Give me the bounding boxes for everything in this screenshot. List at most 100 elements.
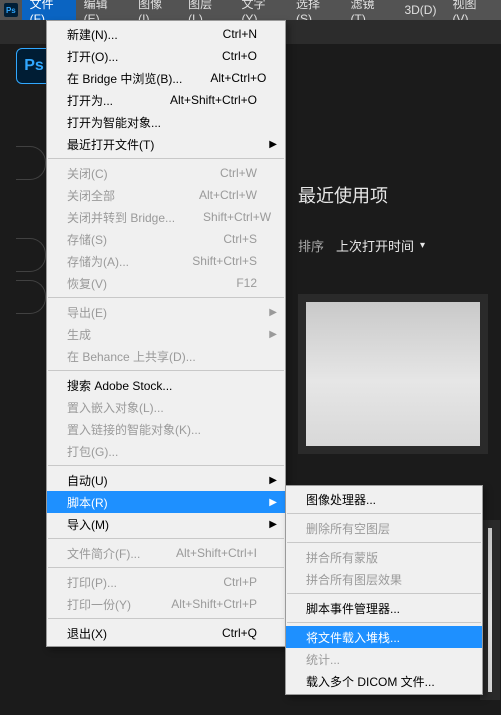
menu-item-label: 文件简介(F)... <box>67 545 148 562</box>
menu-item-label: 关闭(C) <box>67 165 192 182</box>
menu-item-label: 生成 <box>67 326 257 343</box>
file-menu-item: 在 Behance 上共享(D)... <box>47 345 285 367</box>
file-menu-item: 关闭全部Alt+Ctrl+W <box>47 184 285 206</box>
menu-item-shortcut: Alt+Shift+Ctrl+I <box>176 546 257 560</box>
menu-item-label: 拼合所有图层效果 <box>306 571 454 588</box>
file-menu-item[interactable]: 脚本(R) ▶ <box>47 491 285 513</box>
menu-图像(I)[interactable]: 图像(I) <box>130 0 180 20</box>
recent-section: 最近使用项 排序 上次打开时间 ▾ <box>298 182 501 255</box>
menu-item-shortcut: F12 <box>236 276 257 290</box>
menu-选择(S)[interactable]: 选择(S) <box>288 0 343 20</box>
left-panel-button[interactable] <box>16 146 46 180</box>
menu-item-shortcut: Shift+Ctrl+S <box>192 254 257 268</box>
menu-item-label: 脚本事件管理器... <box>306 600 454 617</box>
menu-item-label: 导出(E) <box>67 304 257 321</box>
menu-item-label: 脚本(R) <box>67 494 257 511</box>
file-menu-dropdown: 新建(N)...Ctrl+N 打开(O)... Ctrl+O 在 Bridge 中浏览… <box>46 20 286 647</box>
sort-row[interactable]: 排序 上次打开时间 ▾ <box>298 236 501 255</box>
ps-badge-small: Ps <box>4 3 18 17</box>
left-panel-button[interactable] <box>16 238 46 272</box>
file-menu-item: 置入链接的智能对象(K)... <box>47 418 285 440</box>
menu-图层(L)[interactable]: 图层(L) <box>180 0 233 20</box>
file-menu-item: 存储(S)Ctrl+S <box>47 228 285 250</box>
menu-item-label: 打印一份(Y) <box>67 596 143 613</box>
menu-item-shortcut: Ctrl+W <box>220 166 257 180</box>
separator <box>287 513 481 514</box>
separator <box>48 297 284 298</box>
file-menu-item: 关闭并转到 Bridge...Shift+Ctrl+W <box>47 206 285 228</box>
menu-item-label: 置入嵌入对象(L)... <box>67 399 257 416</box>
file-menu-item[interactable]: 打开为智能对象... <box>47 111 285 133</box>
separator <box>287 593 481 594</box>
separator <box>48 618 284 619</box>
section-title: 最近使用项 <box>298 182 501 208</box>
file-menu-item[interactable]: 打开为...Alt+Shift+Ctrl+O <box>47 89 285 111</box>
file-menu-item[interactable]: 搜索 Adobe Stock... <box>47 374 285 396</box>
menu-item-label: 导入(M) <box>67 516 257 533</box>
menu-文件(F)[interactable]: 文件(F) <box>22 0 76 20</box>
menu-item-label: 在 Bridge 中浏览(B)... <box>67 70 182 87</box>
menubar: Ps 文件(F)编辑(E)图像(I)图层(L)文字(Y)选择(S)滤镜(T)3D… <box>0 0 501 20</box>
menu-item-label: 恢复(V) <box>67 275 208 292</box>
separator <box>287 542 481 543</box>
file-menu-item[interactable]: 新建(N)...Ctrl+N <box>47 23 285 45</box>
submenu-arrow-icon: ▶ <box>269 329 277 340</box>
separator <box>48 567 284 568</box>
submenu-arrow-icon: ▶ <box>269 497 277 508</box>
left-panel-button[interactable] <box>16 280 46 314</box>
menu-item-label: 统计... <box>306 651 454 668</box>
menu-item-shortcut: Alt+Ctrl+O <box>210 71 266 85</box>
menu-视图(V)[interactable]: 视图(V) <box>444 0 499 20</box>
recent-thumbnail[interactable] <box>298 294 488 454</box>
menu-item-label: 存储为(A)... <box>67 253 164 270</box>
menu-item-label: 最近打开文件(T) <box>67 136 257 153</box>
file-menu-item: 打印(P)...Ctrl+P <box>47 571 285 593</box>
script-submenu-item: 删除所有空图层 <box>286 517 482 539</box>
script-submenu-item[interactable]: 载入多个 DICOM 文件... <box>286 670 482 692</box>
submenu-arrow-icon: ▶ <box>269 139 277 150</box>
separator <box>48 370 284 371</box>
menu-item-label: 打包(G)... <box>67 443 257 460</box>
menu-item-shortcut: Ctrl+Q <box>222 626 257 640</box>
file-menu-item[interactable]: 导入(M)▶ <box>47 513 285 535</box>
separator <box>48 538 284 539</box>
file-menu-item: 生成 ▶ <box>47 323 285 345</box>
menu-文字(Y)[interactable]: 文字(Y) <box>233 0 288 20</box>
menu-item-shortcut: Alt+Shift+Ctrl+P <box>171 597 257 611</box>
menu-item-label: 将文件载入堆栈... <box>306 629 454 646</box>
file-menu-item: 打印一份(Y) Alt+Shift+Ctrl+P <box>47 593 285 615</box>
file-menu-item: 打包(G)... <box>47 440 285 462</box>
file-menu-item[interactable]: 退出(X)Ctrl+Q <box>47 622 285 644</box>
menu-item-shortcut: Ctrl+O <box>222 49 257 63</box>
menu-item-label: 自动(U) <box>67 472 257 489</box>
menu-3D(D)[interactable]: 3D(D) <box>396 0 444 20</box>
menu-item-label: 打开(O)... <box>67 48 194 65</box>
menu-item-label: 置入链接的智能对象(K)... <box>67 421 257 438</box>
file-menu-item: 恢复(V) F12 <box>47 272 285 294</box>
file-menu-item[interactable]: 最近打开文件(T) ▶ <box>47 133 285 155</box>
sort-value: 上次打开时间 <box>336 236 414 255</box>
menu-item-label: 关闭全部 <box>67 187 171 204</box>
menu-item-shortcut: Alt+Shift+Ctrl+O <box>170 93 257 107</box>
menu-item-label: 打印(P)... <box>67 574 195 591</box>
file-menu-item[interactable]: 自动(U)▶ <box>47 469 285 491</box>
script-submenu-item[interactable]: 图像处理器... <box>286 488 482 510</box>
submenu-arrow-icon: ▶ <box>269 307 277 318</box>
separator <box>48 158 284 159</box>
file-menu-item[interactable]: 打开(O)... Ctrl+O <box>47 45 285 67</box>
menu-item-shortcut: Ctrl+S <box>223 232 257 246</box>
chevron-down-icon: ▾ <box>420 240 425 251</box>
script-submenu-item[interactable]: 脚本事件管理器... <box>286 597 482 619</box>
recent-thumbnail[interactable] <box>480 520 500 700</box>
script-submenu-item: 统计... <box>286 648 482 670</box>
menu-编辑(E)[interactable]: 编辑(E) <box>76 0 131 20</box>
file-menu-item[interactable]: 在 Bridge 中浏览(B)... Alt+Ctrl+O <box>47 67 285 89</box>
sort-label: 排序 <box>298 236 324 255</box>
menu-item-label: 图像处理器... <box>306 491 454 508</box>
script-submenu-item[interactable]: 将文件载入堆栈... <box>286 626 482 648</box>
menu-item-label: 打开为智能对象... <box>67 114 257 131</box>
menu-滤镜(T)[interactable]: 滤镜(T) <box>343 0 397 20</box>
menu-item-label: 搜索 Adobe Stock... <box>67 377 257 394</box>
script-submenu-item: 拼合所有图层效果 <box>286 568 482 590</box>
menu-item-label: 删除所有空图层 <box>306 520 454 537</box>
